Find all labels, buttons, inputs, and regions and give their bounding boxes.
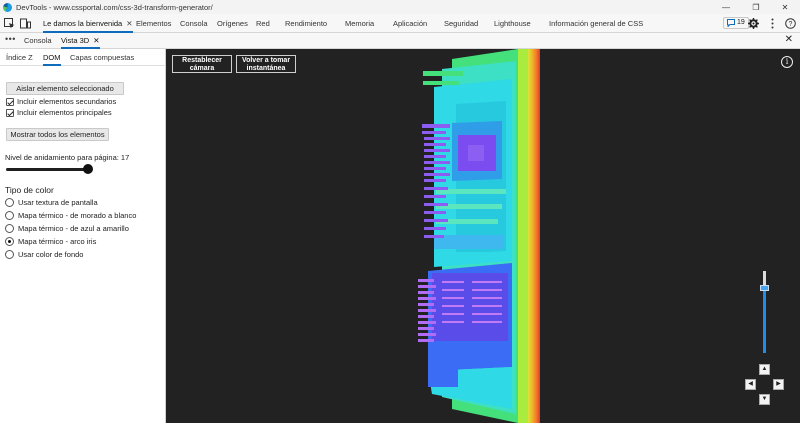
pan-up-icon[interactable]: ▲ bbox=[759, 364, 770, 375]
main-toolbar: Le damos la bienvenida ✕ Elementos Consol… bbox=[0, 14, 800, 33]
include-children-checkbox[interactable]: Incluir elementos secundarios bbox=[6, 97, 116, 106]
close-drawer-tab-icon[interactable]: ✕ bbox=[93, 36, 99, 45]
tab-z-index[interactable]: Índice Z bbox=[6, 49, 33, 66]
checkbox-checked[interactable] bbox=[6, 108, 14, 117]
restore-button[interactable]: ❐ bbox=[741, 0, 771, 14]
color-option-rainbow[interactable]: Mapa térmico - arco iris bbox=[5, 237, 96, 246]
tab-performance[interactable]: Rendimiento bbox=[285, 14, 327, 33]
window-title: DevTools - www.cssportal.com/css-3d-tran… bbox=[16, 2, 213, 12]
issues-count: 19 bbox=[737, 19, 745, 26]
drawer-tab-3d-view[interactable]: Vista 3D ✕ bbox=[61, 33, 100, 49]
zoom-slider-thumb[interactable] bbox=[760, 285, 769, 291]
tab-application[interactable]: Aplicación bbox=[393, 14, 427, 33]
pan-right-icon[interactable]: ▶ bbox=[773, 379, 784, 390]
tab-sources[interactable]: Orígenes bbox=[217, 14, 248, 33]
view-mode-tabs: Índice Z DOM Capas compuestas bbox=[0, 49, 166, 66]
tab-lighthouse[interactable]: Lighthouse bbox=[494, 14, 531, 33]
nesting-level-slider[interactable] bbox=[6, 168, 87, 171]
color-option-blue-yellow[interactable]: Mapa térmico - de azul a amarillo bbox=[5, 224, 129, 233]
pan-left-icon[interactable]: ◀ bbox=[745, 379, 756, 390]
radio-button[interactable] bbox=[5, 211, 14, 220]
isolate-element-button[interactable]: Aislar elemento seleccionado bbox=[6, 82, 124, 95]
minimize-button[interactable]: — bbox=[711, 0, 741, 14]
device-emulation-icon[interactable] bbox=[20, 18, 31, 29]
close-drawer-icon[interactable]: ✕ bbox=[785, 34, 793, 45]
tab-welcome[interactable]: Le damos la bienvenida ✕ bbox=[43, 14, 133, 33]
color-option-screen-texture[interactable]: Usar textura de pantalla bbox=[5, 198, 98, 207]
radio-button-selected[interactable] bbox=[5, 237, 14, 246]
more-tools-icon[interactable]: ••• bbox=[5, 34, 16, 44]
svg-text:?: ? bbox=[789, 21, 793, 28]
issues-badge[interactable]: 19 bbox=[723, 17, 749, 29]
tab-dom[interactable]: DOM bbox=[43, 49, 61, 66]
color-type-heading: Tipo de color bbox=[5, 185, 54, 195]
message-icon bbox=[727, 19, 735, 27]
radio-button[interactable] bbox=[5, 250, 14, 259]
checkbox-checked[interactable] bbox=[6, 97, 14, 106]
title-bar: DevTools - www.cssportal.com/css-3d-tran… bbox=[0, 0, 800, 14]
tab-security[interactable]: Seguridad bbox=[444, 14, 478, 33]
help-icon[interactable]: ? bbox=[785, 18, 796, 29]
show-all-elements-button[interactable]: Mostrar todos los elementos bbox=[6, 128, 109, 141]
tab-console[interactable]: Consola bbox=[180, 14, 208, 33]
color-option-background[interactable]: Usar color de fondo bbox=[5, 250, 83, 259]
color-option-purple-white[interactable]: Mapa térmico - de morado a blanco bbox=[5, 211, 136, 220]
tab-composited-layers[interactable]: Capas compuestas bbox=[70, 49, 134, 66]
radio-button[interactable] bbox=[5, 224, 14, 233]
tab-css-overview[interactable]: Información general de CSS bbox=[549, 14, 643, 33]
pan-down-icon[interactable]: ▼ bbox=[759, 394, 770, 405]
close-window-button[interactable]: ✕ bbox=[770, 0, 800, 14]
radio-button[interactable] bbox=[5, 198, 14, 207]
close-tab-icon[interactable]: ✕ bbox=[126, 19, 132, 28]
purple-stripes-render bbox=[418, 124, 502, 342]
tab-network[interactable]: Red bbox=[256, 14, 270, 33]
include-parents-checkbox[interactable]: Incluir elementos principales bbox=[6, 108, 112, 117]
nesting-level-slider-thumb[interactable] bbox=[83, 164, 93, 174]
edge-icon bbox=[3, 2, 12, 12]
drawer-tab-console[interactable]: Consola bbox=[24, 33, 52, 49]
drawer-toolbar: ••• Consola Vista 3D ✕ ✕ bbox=[0, 33, 800, 49]
customize-menu-icon[interactable] bbox=[767, 18, 778, 29]
settings-gear-icon[interactable] bbox=[748, 18, 759, 29]
nesting-level-label: Nivel de anidamiento para página: 17 bbox=[5, 153, 130, 162]
tab-memory[interactable]: Memoria bbox=[345, 14, 374, 33]
3d-view-settings-panel: Índice Z DOM Capas compuestas Aislar ele… bbox=[0, 49, 166, 423]
tab-elements[interactable]: Elementos bbox=[136, 14, 171, 33]
3d-viewport[interactable]: Restablecer cámara Volver a tomar instan… bbox=[166, 49, 800, 423]
inspect-icon[interactable] bbox=[4, 18, 15, 29]
